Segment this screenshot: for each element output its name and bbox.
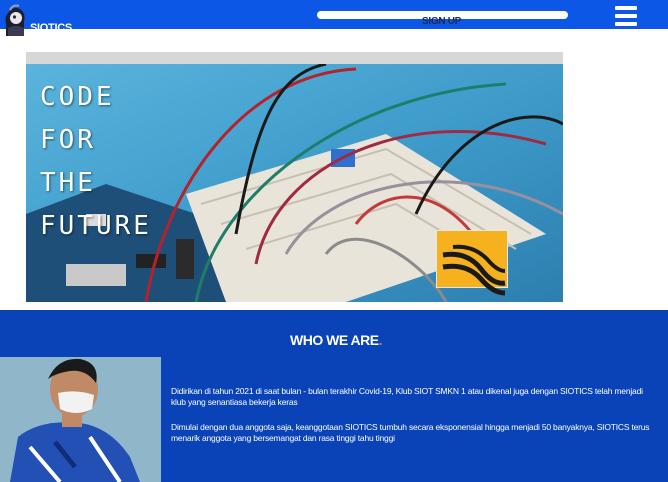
brand-badge xyxy=(436,230,508,296)
logo-text: SIOTICS xyxy=(30,22,72,34)
menu-line xyxy=(615,14,637,18)
hero-banner: CODE FOR THE FUTURE xyxy=(26,52,563,302)
hero-line: FOR xyxy=(40,125,96,155)
member-photo xyxy=(0,357,161,482)
hero-line: THE xyxy=(40,168,96,198)
robot-logo-icon xyxy=(5,4,25,36)
site-logo[interactable]: SIOTICS xyxy=(2,2,72,36)
top-navbar: SIOTICS SIGN UP xyxy=(0,0,668,36)
about-section: WHO WE ARE. Didirikan di tahun 2021 di s… xyxy=(0,310,668,482)
menu-line xyxy=(615,6,637,10)
hero-line: CODE xyxy=(40,82,115,112)
student-portrait xyxy=(0,357,161,482)
about-paragraph: Dimulai dengan dua anggota saja, keanggo… xyxy=(171,422,650,443)
wave-stripes-icon xyxy=(442,244,506,296)
hero-line: FUTURE xyxy=(40,211,152,241)
about-title-text: WHO WE ARE xyxy=(290,332,379,348)
about-title-accent: . xyxy=(378,332,383,348)
hero-headline: CODE FOR THE FUTURE xyxy=(40,76,152,248)
hamburger-menu-icon[interactable] xyxy=(615,6,637,26)
menu-line xyxy=(615,22,637,26)
about-title: WHO WE ARE. xyxy=(290,332,383,348)
signup-button[interactable]: SIGN UP xyxy=(422,16,461,27)
about-paragraph: Didirikan di tahun 2021 di saat bulan - … xyxy=(171,386,643,407)
